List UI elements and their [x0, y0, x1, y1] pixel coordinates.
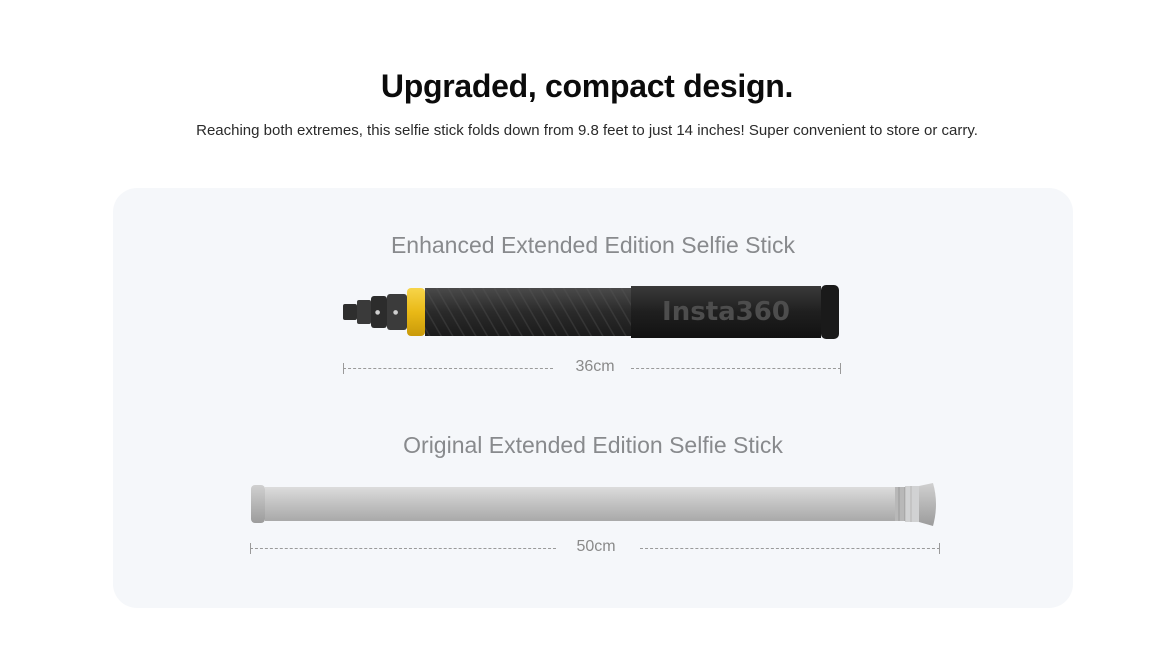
screw-tip [343, 304, 357, 320]
original-selfie-stick-image [251, 483, 936, 526]
page-subtitle: Reaching both extremes, this selfie stic… [196, 122, 978, 139]
brand-logo: Insta360 [662, 297, 790, 327]
svg-text:●: ● [393, 309, 398, 316]
original-stick-title: Original Extended Edition Selfie Stick [403, 432, 783, 458]
enhanced-length-measure: 36cm [343, 358, 841, 378]
enhanced-stick-title: Enhanced Extended Edition Selfie Stick [390, 232, 796, 258]
enhanced-length-label: 36cm [575, 358, 615, 375]
lock-ring [407, 288, 425, 336]
page-title: Upgraded, compact design. [380, 68, 794, 104]
original-length-measure: 50cm [250, 538, 940, 558]
svg-text:●: ● [375, 309, 380, 316]
comparison-panel: Enhanced Extended Edition Selfie Stick ●… [113, 188, 1073, 608]
enhanced-selfie-stick-image: ● ● Insta360 [343, 285, 839, 339]
original-length-label: 50cm [576, 538, 616, 555]
